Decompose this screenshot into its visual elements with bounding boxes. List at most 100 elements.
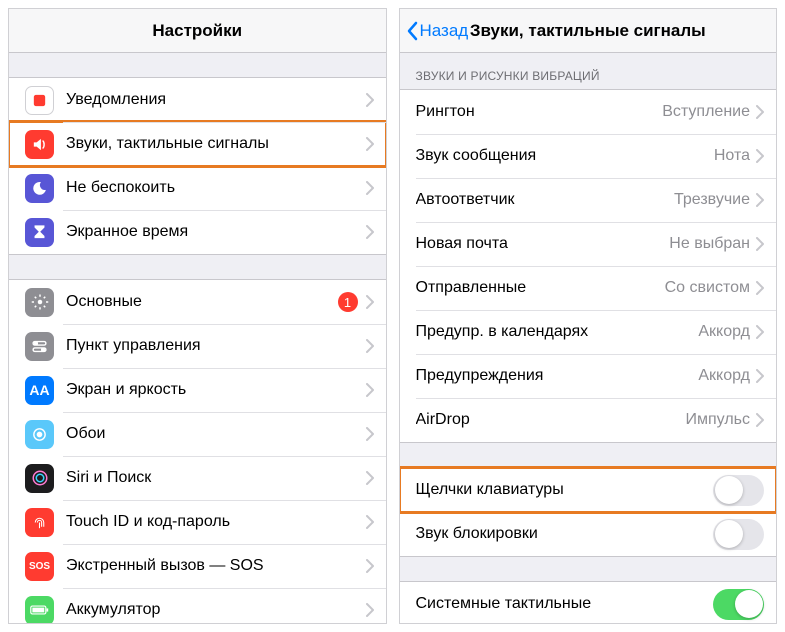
sounds-settings-screen: Назад Звуки, тактильные сигналы Звуки и …	[399, 8, 778, 624]
row-label: Обои	[66, 425, 366, 443]
battery-icon	[25, 596, 54, 624]
sound-row-ringtone[interactable]: РингтонВступление	[400, 90, 777, 134]
row-label: Пункт управления	[66, 337, 366, 355]
toggle-systemhaptics[interactable]	[713, 589, 764, 620]
chevron-right-icon	[366, 471, 374, 485]
sound-row-newmail[interactable]: Новая почтаНе выбран	[400, 222, 777, 266]
back-label: Назад	[420, 21, 469, 41]
row-value: Со свистом	[665, 279, 750, 297]
chevron-right-icon	[366, 603, 374, 617]
row-label: Экранное время	[66, 223, 366, 241]
sound-row-calalert[interactable]: Предупр. в календаряхАккорд	[400, 310, 777, 354]
row-label: Звук сообщения	[416, 147, 714, 165]
sos-icon: SOS	[25, 552, 54, 581]
scroll-area[interactable]: Уведомления Звуки, тактильные сигналы Не б…	[9, 53, 386, 623]
row-label: Звуки, тактильные сигналы	[66, 135, 366, 153]
row-value: Аккорд	[698, 367, 750, 385]
settings-row-sos[interactable]: SOS Экстренный вызов — SOS	[9, 544, 386, 588]
sound-row-sentmail[interactable]: ОтправленныеСо свистом	[400, 266, 777, 310]
toggle-row-keyboardclicks: Щелчки клавиатуры	[400, 468, 777, 512]
scroll-area[interactable]: Звуки и рисунки вибраций РингтонВступлен…	[400, 53, 777, 623]
sound-row-text[interactable]: Звук сообщенияНота	[400, 134, 777, 178]
chevron-right-icon	[756, 325, 764, 339]
settings-row-dnd[interactable]: Не беспокоить	[9, 166, 386, 210]
row-value: Аккорд	[698, 323, 750, 341]
chevron-right-icon	[756, 149, 764, 163]
navbar: Настройки	[9, 9, 386, 53]
row-label: Рингтон	[416, 103, 663, 121]
chevron-right-icon	[366, 559, 374, 573]
row-label: Уведомления	[66, 91, 366, 109]
row-label: Системные тактильные	[416, 595, 714, 613]
row-label: Отправленные	[416, 279, 665, 297]
section-header-sounds: Звуки и рисунки вибраций	[400, 53, 777, 89]
row-value: Импульс	[686, 411, 750, 429]
row-value: Нота	[714, 147, 750, 165]
row-label: Не беспокоить	[66, 179, 366, 197]
settings-row-general[interactable]: Основные1	[9, 280, 386, 324]
display-icon: AA	[25, 376, 54, 405]
toggle-keyboardclicks[interactable]	[713, 475, 764, 506]
settings-row-siri[interactable]: Siri и Поиск	[9, 456, 386, 500]
navbar: Назад Звуки, тактильные сигналы	[400, 9, 777, 53]
settings-row-display[interactable]: AA Экран и яркость	[9, 368, 386, 412]
chevron-right-icon	[756, 193, 764, 207]
chevron-right-icon	[366, 427, 374, 441]
settings-row-controlcenter[interactable]: Пункт управления	[9, 324, 386, 368]
chevron-right-icon	[366, 137, 374, 151]
moon-icon	[25, 174, 54, 203]
toggle-row-systemhaptics: Системные тактильные	[400, 582, 777, 623]
system-haptics-group: Системные тактильные	[400, 581, 777, 623]
chevron-right-icon	[756, 281, 764, 295]
navbar-title: Звуки, тактильные сигналы	[470, 21, 706, 41]
chevron-right-icon	[366, 225, 374, 239]
switches-icon	[25, 332, 54, 361]
sound-row-reminder[interactable]: ПредупрежденияАккорд	[400, 354, 777, 398]
row-label: Предупреждения	[416, 367, 699, 385]
settings-row-wallpaper[interactable]: Обои	[9, 412, 386, 456]
navbar-title: Настройки	[152, 21, 242, 41]
row-value: Трезвучие	[674, 191, 750, 209]
gear-icon	[25, 288, 54, 317]
sound-row-voicemail[interactable]: АвтоответчикТрезвучие	[400, 178, 777, 222]
siri-icon	[25, 464, 54, 493]
fingerprint-icon	[25, 508, 54, 537]
bell-icon	[25, 86, 54, 115]
row-label: Основные	[66, 293, 338, 311]
keyboard-lock-group: Щелчки клавиатуры Звук блокировки	[400, 467, 777, 557]
settings-root-screen: Настройки Уведомления Звуки, тактильные с…	[8, 8, 387, 624]
row-label: Экран и яркость	[66, 381, 366, 399]
chevron-right-icon	[366, 339, 374, 353]
row-label: Touch ID и код-пароль	[66, 513, 366, 531]
back-button[interactable]: Назад	[406, 21, 469, 41]
toggle-row-locksound: Звук блокировки	[400, 512, 777, 556]
chevron-right-icon	[756, 369, 764, 383]
sound-patterns-group: РингтонВступлениеЗвук сообщенияНотаАвтоо…	[400, 89, 777, 443]
chevron-right-icon	[366, 383, 374, 397]
chevron-right-icon	[366, 181, 374, 195]
row-value: Не выбран	[669, 235, 750, 253]
row-label: Siri и Поиск	[66, 469, 366, 487]
chevron-right-icon	[366, 93, 374, 107]
settings-row-battery[interactable]: Аккумулятор	[9, 588, 386, 623]
settings-row-notifications[interactable]: Уведомления	[9, 78, 386, 122]
row-label: Щелчки клавиатуры	[416, 481, 714, 499]
chevron-right-icon	[756, 237, 764, 251]
settings-row-sounds[interactable]: Звуки, тактильные сигналы	[9, 122, 386, 166]
settings-group-1: Уведомления Звуки, тактильные сигналы Не б…	[9, 77, 386, 255]
chevron-right-icon	[366, 515, 374, 529]
row-label: Звук блокировки	[416, 525, 714, 543]
row-label: Автоответчик	[416, 191, 675, 209]
row-label: Аккумулятор	[66, 601, 366, 619]
row-label: Новая почта	[416, 235, 670, 253]
row-label: AirDrop	[416, 411, 686, 429]
settings-row-touchid[interactable]: Touch ID и код-пароль	[9, 500, 386, 544]
settings-group-2: Основные1 Пункт управления AA Экран и яркос…	[9, 279, 386, 623]
settings-row-screentime[interactable]: Экранное время	[9, 210, 386, 254]
chevron-right-icon	[756, 413, 764, 427]
chevron-left-icon	[406, 21, 418, 41]
row-label: Экстренный вызов — SOS	[66, 557, 366, 575]
toggle-locksound[interactable]	[713, 519, 764, 550]
wallpaper-icon	[25, 420, 54, 449]
sound-row-airdrop[interactable]: AirDropИмпульс	[400, 398, 777, 442]
